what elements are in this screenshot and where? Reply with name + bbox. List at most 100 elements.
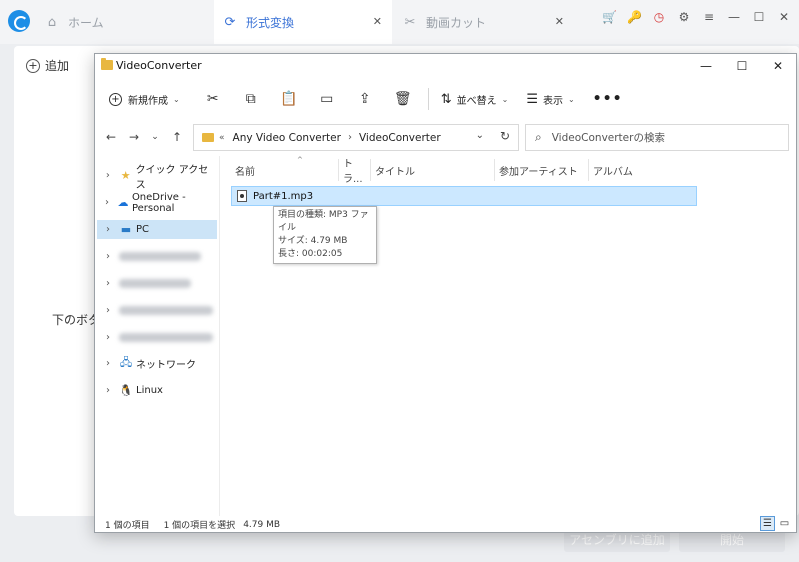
chevron-right-icon[interactable]: › (101, 251, 115, 262)
nav-item-blurred-drive[interactable]: › (97, 301, 217, 320)
copy-button[interactable]: ⧉ (232, 84, 270, 114)
back-arrow-icon[interactable]: ← (104, 130, 118, 144)
new-button[interactable]: + 新規作成 ⌄ (109, 84, 180, 114)
nav-item-label: クイック アクセス (135, 164, 209, 191)
column-header-label: タイトル (375, 166, 415, 178)
rename-button[interactable]: ▭ (308, 84, 346, 114)
pc-icon: ▬ (120, 223, 132, 236)
column-header-label: 名前 (235, 166, 255, 178)
clipboard-icon: 📋 (279, 91, 298, 107)
file-row[interactable]: Part#1.mp3 (231, 186, 697, 206)
column-header-album[interactable]: アルバム (589, 159, 697, 181)
nav-item-onedrive[interactable]: › ☁ OneDrive - Personal (97, 192, 217, 214)
nav-item-blurred-drive[interactable]: › (97, 247, 217, 266)
key-icon[interactable]: 🔑 (627, 10, 642, 24)
pane-divider[interactable] (219, 156, 220, 516)
address-bar[interactable]: « Any Video Converter › VideoConverter ⌄… (193, 124, 519, 151)
home-icon: ⌂ (47, 14, 57, 30)
nav-item-quick-access[interactable]: › ★ クイック アクセス (97, 165, 217, 191)
chevron-right-icon[interactable]: › (101, 332, 115, 343)
minimize-icon[interactable]: — (727, 10, 741, 24)
nav-item-pc[interactable]: › ▬ PC (97, 220, 217, 239)
column-header-title[interactable]: タイトル (371, 159, 495, 181)
clock-icon[interactable]: ◷ (652, 10, 666, 24)
column-header-track[interactable]: トラ... (339, 159, 371, 185)
tab-cut[interactable]: ✂ 動画カット ✕ (396, 0, 574, 44)
chevron-right-icon[interactable]: › (101, 197, 113, 208)
tab-convert-close-icon[interactable]: ✕ (373, 15, 382, 28)
plus-icon: + (26, 58, 40, 73)
explorer-maximize-icon[interactable]: ☐ (724, 54, 760, 78)
explorer-titlebar: VideoConverter — ☐ ✕ (95, 54, 796, 78)
star-icon: ★ (120, 169, 131, 182)
list-view-icon: ☰ (526, 91, 538, 107)
app-actions: 🛒 🔑 ◷ ⚙ ≡ — ☐ ✕ (602, 10, 791, 24)
blurred-label (119, 252, 201, 261)
search-box[interactable]: ⌕ VideoConverterの検索 (525, 124, 789, 151)
large-icons-view-icon[interactable]: ▭ (777, 516, 792, 531)
chevron-right-icon[interactable]: › (101, 170, 115, 181)
nav-item-linux[interactable]: › 🐧 Linux (97, 381, 217, 400)
column-header-name[interactable]: ^ 名前 (231, 156, 339, 181)
tab-home[interactable]: ⌂ ホーム (40, 0, 210, 44)
chevron-right-icon[interactable]: › (101, 278, 115, 289)
close-icon[interactable]: ✕ (777, 10, 791, 24)
chevron-right-icon[interactable]: › (101, 305, 115, 316)
breadcrumb-ellipsis[interactable]: « (219, 133, 225, 143)
folder-icon (202, 133, 214, 142)
nav-item-blurred-drive[interactable]: › (97, 274, 217, 293)
breadcrumb-videoconverter[interactable]: VideoConverter (359, 132, 441, 144)
nav-item-blurred-drive[interactable]: › (97, 328, 217, 347)
up-arrow-icon[interactable]: ↑ (170, 130, 184, 144)
delete-button[interactable]: 🗑 (384, 84, 422, 114)
explorer-toolbar: + 新規作成 ⌄ ✂ ⧉ 📋 ▭ ⇪ 🗑 ⇅ 並べ替え ⌄ ☰ 表示 ⌄ ••• (95, 79, 796, 119)
menu-icon[interactable]: ≡ (702, 10, 716, 24)
toolbar-divider (427, 88, 429, 110)
tooltip-size: サイズ: 4.79 MB (278, 236, 348, 246)
paste-button[interactable]: 📋 (270, 84, 308, 114)
refresh-icon[interactable]: ↻ (500, 129, 510, 143)
cut-button[interactable]: ✂ (194, 84, 232, 114)
explorer-minimize-icon[interactable]: — (688, 54, 724, 78)
recent-chevron-down-icon[interactable]: ⌄ (148, 132, 162, 142)
chevron-right-icon[interactable]: › (101, 385, 115, 396)
explorer-window-controls: — ☐ ✕ (688, 54, 796, 78)
file-tooltip: 項目の種類: MP3 ファイル サイズ: 4.79 MB 長さ: 00:02:0… (273, 206, 377, 264)
share-button[interactable]: ⇪ (346, 84, 384, 114)
chevron-right-icon[interactable]: › (101, 358, 115, 369)
tooltip-length: 長さ: 00:02:05 (278, 249, 343, 259)
add-button[interactable]: + 追加 (26, 57, 69, 74)
breadcrumb-any-video-converter[interactable]: Any Video Converter (233, 132, 341, 144)
tab-convert[interactable]: ⟳ 形式変換 ✕ (214, 0, 392, 44)
more-options-button[interactable]: ••• (593, 84, 623, 114)
explorer-close-icon[interactable]: ✕ (760, 54, 796, 78)
gear-icon[interactable]: ⚙ (677, 10, 691, 24)
column-header-label: 参加アーティスト (499, 166, 578, 178)
sort-label: 並べ替え (456, 95, 497, 107)
status-selected: 1 個の項目を選択 (163, 521, 236, 531)
tab-cut-label: 動画カット (426, 15, 487, 30)
nav-item-network[interactable]: › 🖧 ネットワーク (97, 354, 217, 373)
address-dropdown-chevron-icon[interactable]: ⌄ (476, 130, 484, 141)
view-switcher: ☰ ▭ (760, 516, 792, 531)
tab-home-label: ホーム (68, 15, 104, 30)
chevron-down-icon: ⌄ (501, 94, 509, 104)
app-logo (8, 10, 30, 32)
view-button[interactable]: ☰ 表示 ⌄ (526, 84, 574, 114)
forward-arrow-icon[interactable]: → (127, 130, 141, 144)
details-view-icon[interactable]: ☰ (760, 516, 775, 531)
column-header-artist[interactable]: 参加アーティスト (495, 159, 589, 181)
tab-cut-close-icon[interactable]: ✕ (555, 15, 564, 28)
add-label: 追加 (45, 59, 70, 73)
sort-button[interactable]: ⇅ 並べ替え ⌄ (441, 84, 509, 114)
chevron-right-icon[interactable]: › (101, 224, 115, 235)
status-item-count: 1 個の項目 (105, 521, 150, 531)
cloud-icon: ☁ (117, 196, 129, 209)
tab-convert-label: 形式変換 (246, 15, 295, 30)
folder-icon (101, 58, 113, 70)
file-list: ^ 名前 トラ... タイトル 参加アーティスト アルバム Part#1.mp3… (221, 156, 797, 516)
maximize-icon[interactable]: ☐ (752, 10, 766, 24)
cart-icon[interactable]: 🛒 (602, 10, 617, 24)
drop-hint: 下のボタ (52, 313, 101, 327)
status-bar: 1 個の項目 1 個の項目を選択 4.79 MB ☰ ▭ (95, 516, 796, 533)
